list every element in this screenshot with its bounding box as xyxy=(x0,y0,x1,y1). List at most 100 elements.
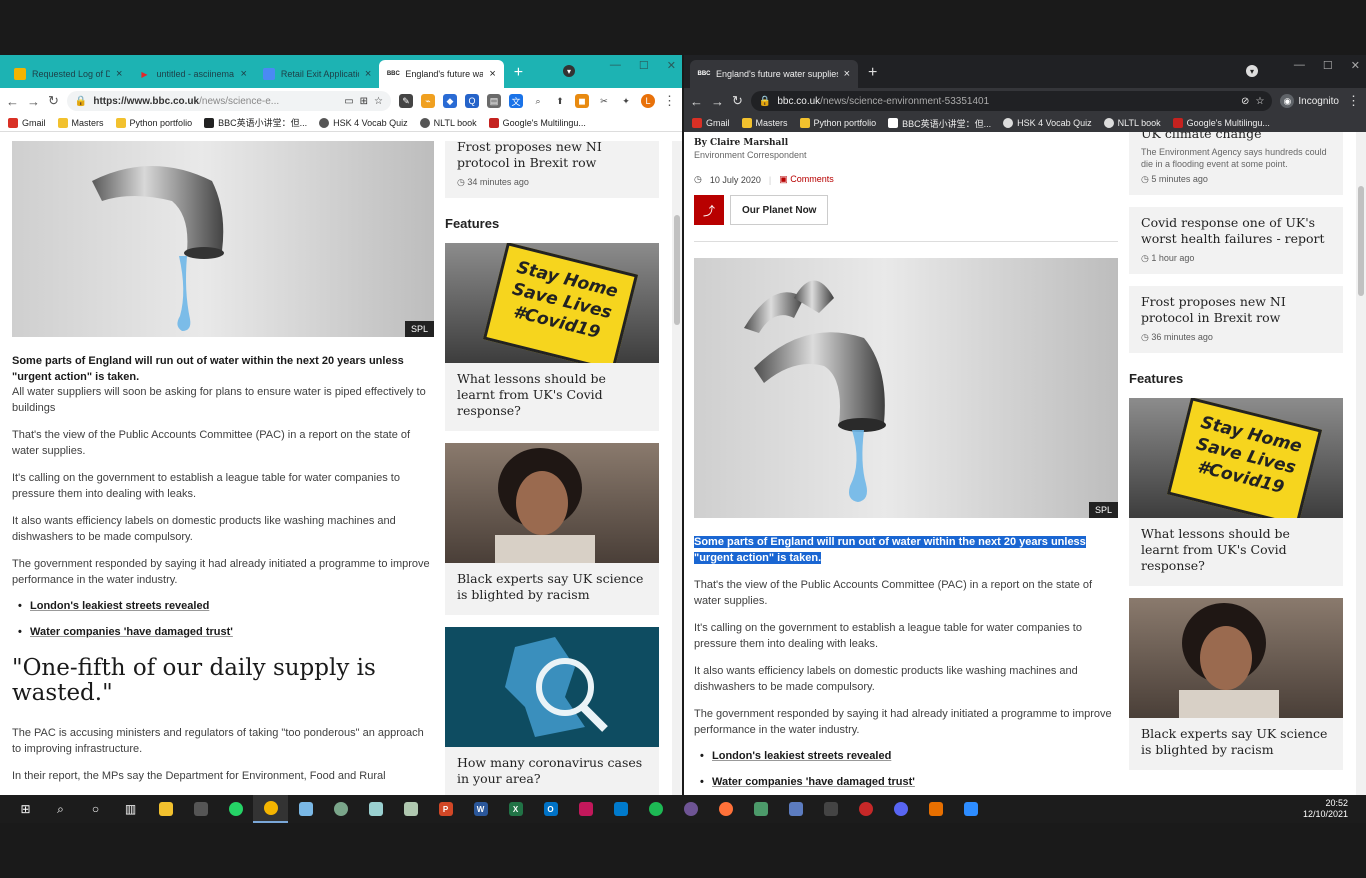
cast-icon[interactable]: ▭ xyxy=(344,96,353,107)
close-window-icon[interactable]: ✕ xyxy=(667,59,676,72)
bookmark-gmail[interactable]: Gmail xyxy=(692,118,730,128)
related-link[interactable]: London's leakiest streets revealed xyxy=(700,750,1118,762)
story-card[interactable]: Covid response one of UK's worst health … xyxy=(1129,207,1343,274)
new-tab-button[interactable]: + xyxy=(858,64,887,88)
gear-icon[interactable] xyxy=(848,795,883,823)
bookmark-masters[interactable]: Masters xyxy=(741,118,788,128)
snip-icon[interactable] xyxy=(358,795,393,823)
translate-extension-icon[interactable]: 文 xyxy=(509,94,523,108)
forward-icon[interactable]: → xyxy=(711,94,724,109)
shield-extension-icon[interactable]: ◆ xyxy=(443,94,457,108)
spotify-icon[interactable] xyxy=(638,795,673,823)
system-clock[interactable]: 20:52 12/10/2021 xyxy=(1303,798,1348,820)
bookmark-nltl[interactable]: NLTL book xyxy=(419,117,477,128)
kebab-menu-icon[interactable]: ⋮ xyxy=(1347,93,1360,109)
bookmark-masters[interactable]: Masters xyxy=(57,117,104,128)
calculator-icon[interactable] xyxy=(183,795,218,823)
paint-extension-icon[interactable]: ✂ xyxy=(597,94,611,108)
share-icon[interactable]: ⤴ xyxy=(694,195,724,225)
top-story-card[interactable]: Frost proposes new NI protocol in Brexit… xyxy=(445,141,659,198)
scrollbar-thumb[interactable] xyxy=(674,215,680,325)
word-icon[interactable]: W xyxy=(463,795,498,823)
search-icon[interactable]: ⌕ xyxy=(43,795,78,823)
page-scrollbar[interactable] xyxy=(1356,132,1366,795)
feature-card[interactable]: How many coronavirus cases in your area? xyxy=(445,627,659,795)
feature-card[interactable]: Black experts say UK science is blighted… xyxy=(445,443,659,615)
bookmark-hsk[interactable]: HSK 4 Vocab Quiz xyxy=(1003,118,1092,128)
close-icon[interactable]: × xyxy=(489,68,495,80)
avatar[interactable]: L xyxy=(641,94,655,108)
discord-icon[interactable] xyxy=(883,795,918,823)
powerpoint-icon[interactable]: P xyxy=(428,795,463,823)
note-extension-icon[interactable]: ▤ xyxy=(487,94,501,108)
maximize-icon[interactable]: ☐ xyxy=(639,59,649,72)
bookmark-bbc[interactable]: BBC英语小讲堂：但... xyxy=(204,116,307,129)
github-icon[interactable] xyxy=(673,795,708,823)
pin-extension-icon[interactable]: ⬆ xyxy=(553,94,567,108)
maximize-icon[interactable]: ☐ xyxy=(1323,59,1333,72)
address-bar[interactable]: 🔒 https://www.bbc.co.uk/news/science-e..… xyxy=(66,91,391,111)
close-icon[interactable]: × xyxy=(240,68,246,80)
q-extension-icon[interactable]: Q xyxy=(465,94,479,108)
kebab-menu-icon[interactable]: ⋮ xyxy=(663,93,676,109)
minimize-icon[interactable]: — xyxy=(610,59,621,72)
back-icon[interactable]: ← xyxy=(6,94,19,109)
tab-search-icon[interactable]: ▾ xyxy=(563,65,575,77)
scrollbar-thumb[interactable] xyxy=(1358,186,1364,296)
bug-icon[interactable] xyxy=(813,795,848,823)
bookmark-gmail[interactable]: Gmail xyxy=(8,117,46,128)
tab-bbc-incognito[interactable]: BBC England's future water supplies a × xyxy=(690,60,858,88)
comments-link[interactable]: ▣ Comments xyxy=(779,174,834,185)
bookmark-google[interactable]: Google's Multilingu... xyxy=(488,117,586,128)
zoom-icon[interactable] xyxy=(953,795,988,823)
calc-app-icon[interactable] xyxy=(778,795,813,823)
bookmark-google[interactable]: Google's Multilingu... xyxy=(1172,118,1270,128)
tab-requested-log[interactable]: Requested Log of Di × xyxy=(6,60,130,88)
story-card[interactable]: UK climate change The Environment Agency… xyxy=(1129,132,1343,195)
related-link[interactable]: London's leakiest streets revealed xyxy=(18,600,434,612)
star-icon[interactable]: ☆ xyxy=(1255,96,1264,107)
rss-extension-icon[interactable]: ⌁ xyxy=(421,94,435,108)
zoom-extension-icon[interactable]: ⌕ xyxy=(531,94,545,108)
tab-asciinema[interactable]: ▶ untitled - asciinema × xyxy=(130,60,254,88)
feather-icon[interactable] xyxy=(393,795,428,823)
page-scrollbar[interactable] xyxy=(672,141,682,795)
outlook-icon[interactable]: O xyxy=(533,795,568,823)
close-icon[interactable]: × xyxy=(116,68,122,80)
bookmark-python[interactable]: Python portfolio xyxy=(799,118,876,128)
forward-icon[interactable]: → xyxy=(27,94,40,109)
minimize-icon[interactable]: — xyxy=(1294,59,1305,72)
bookmark-hsk[interactable]: HSK 4 Vocab Quiz xyxy=(319,117,408,128)
new-tab-button[interactable]: + xyxy=(504,64,533,88)
story-card[interactable]: Frost proposes new NI protocol in Brexit… xyxy=(1129,286,1343,353)
feature-card[interactable]: Stay Home Save Lives #Covid19 What lesso… xyxy=(1129,398,1343,586)
tool-icon[interactable] xyxy=(743,795,778,823)
chrome-icon[interactable] xyxy=(253,795,288,823)
eye-off-icon[interactable]: ⊘ xyxy=(1241,96,1249,107)
task-view-icon[interactable]: ▥ xyxy=(113,795,148,823)
incognito-indicator[interactable]: ◉ Incognito xyxy=(1280,94,1339,108)
tab-bbc-active[interactable]: BBC England's future wa × xyxy=(379,60,504,88)
tab-retail-exit[interactable]: Retail Exit Applicatio × xyxy=(255,60,379,88)
bookmark-bbc[interactable]: BBC英语小讲堂：但... xyxy=(888,117,991,130)
app-icon[interactable] xyxy=(323,795,358,823)
vscode-icon[interactable] xyxy=(603,795,638,823)
notes-icon[interactable] xyxy=(288,795,323,823)
puzzle-icon[interactable]: ✦ xyxy=(619,94,633,108)
related-link[interactable]: Water companies 'have damaged trust' xyxy=(18,626,434,638)
back-icon[interactable]: ← xyxy=(690,94,703,109)
topic-button[interactable]: Our Planet Now xyxy=(730,195,829,225)
windows-start-icon[interactable]: ⊞ xyxy=(8,795,43,823)
close-window-icon[interactable]: ✕ xyxy=(1351,59,1360,72)
related-link[interactable]: Water companies 'have damaged trust' xyxy=(700,776,1118,788)
bookmark-extension-icon[interactable]: ◼ xyxy=(575,94,589,108)
cortana-icon[interactable]: ○ xyxy=(78,795,113,823)
excel-icon[interactable]: X xyxy=(498,795,533,823)
address-bar[interactable]: 🔒 bbc.co.uk/news/science-environment-533… xyxy=(750,91,1273,111)
java-icon[interactable] xyxy=(918,795,953,823)
qr-icon[interactable]: ⊞ xyxy=(360,96,368,107)
tab-search-icon[interactable]: ▾ xyxy=(1246,65,1258,77)
whatsapp-icon[interactable] xyxy=(218,795,253,823)
bookmark-nltl[interactable]: NLTL book xyxy=(1103,118,1161,128)
close-icon[interactable]: × xyxy=(365,68,371,80)
